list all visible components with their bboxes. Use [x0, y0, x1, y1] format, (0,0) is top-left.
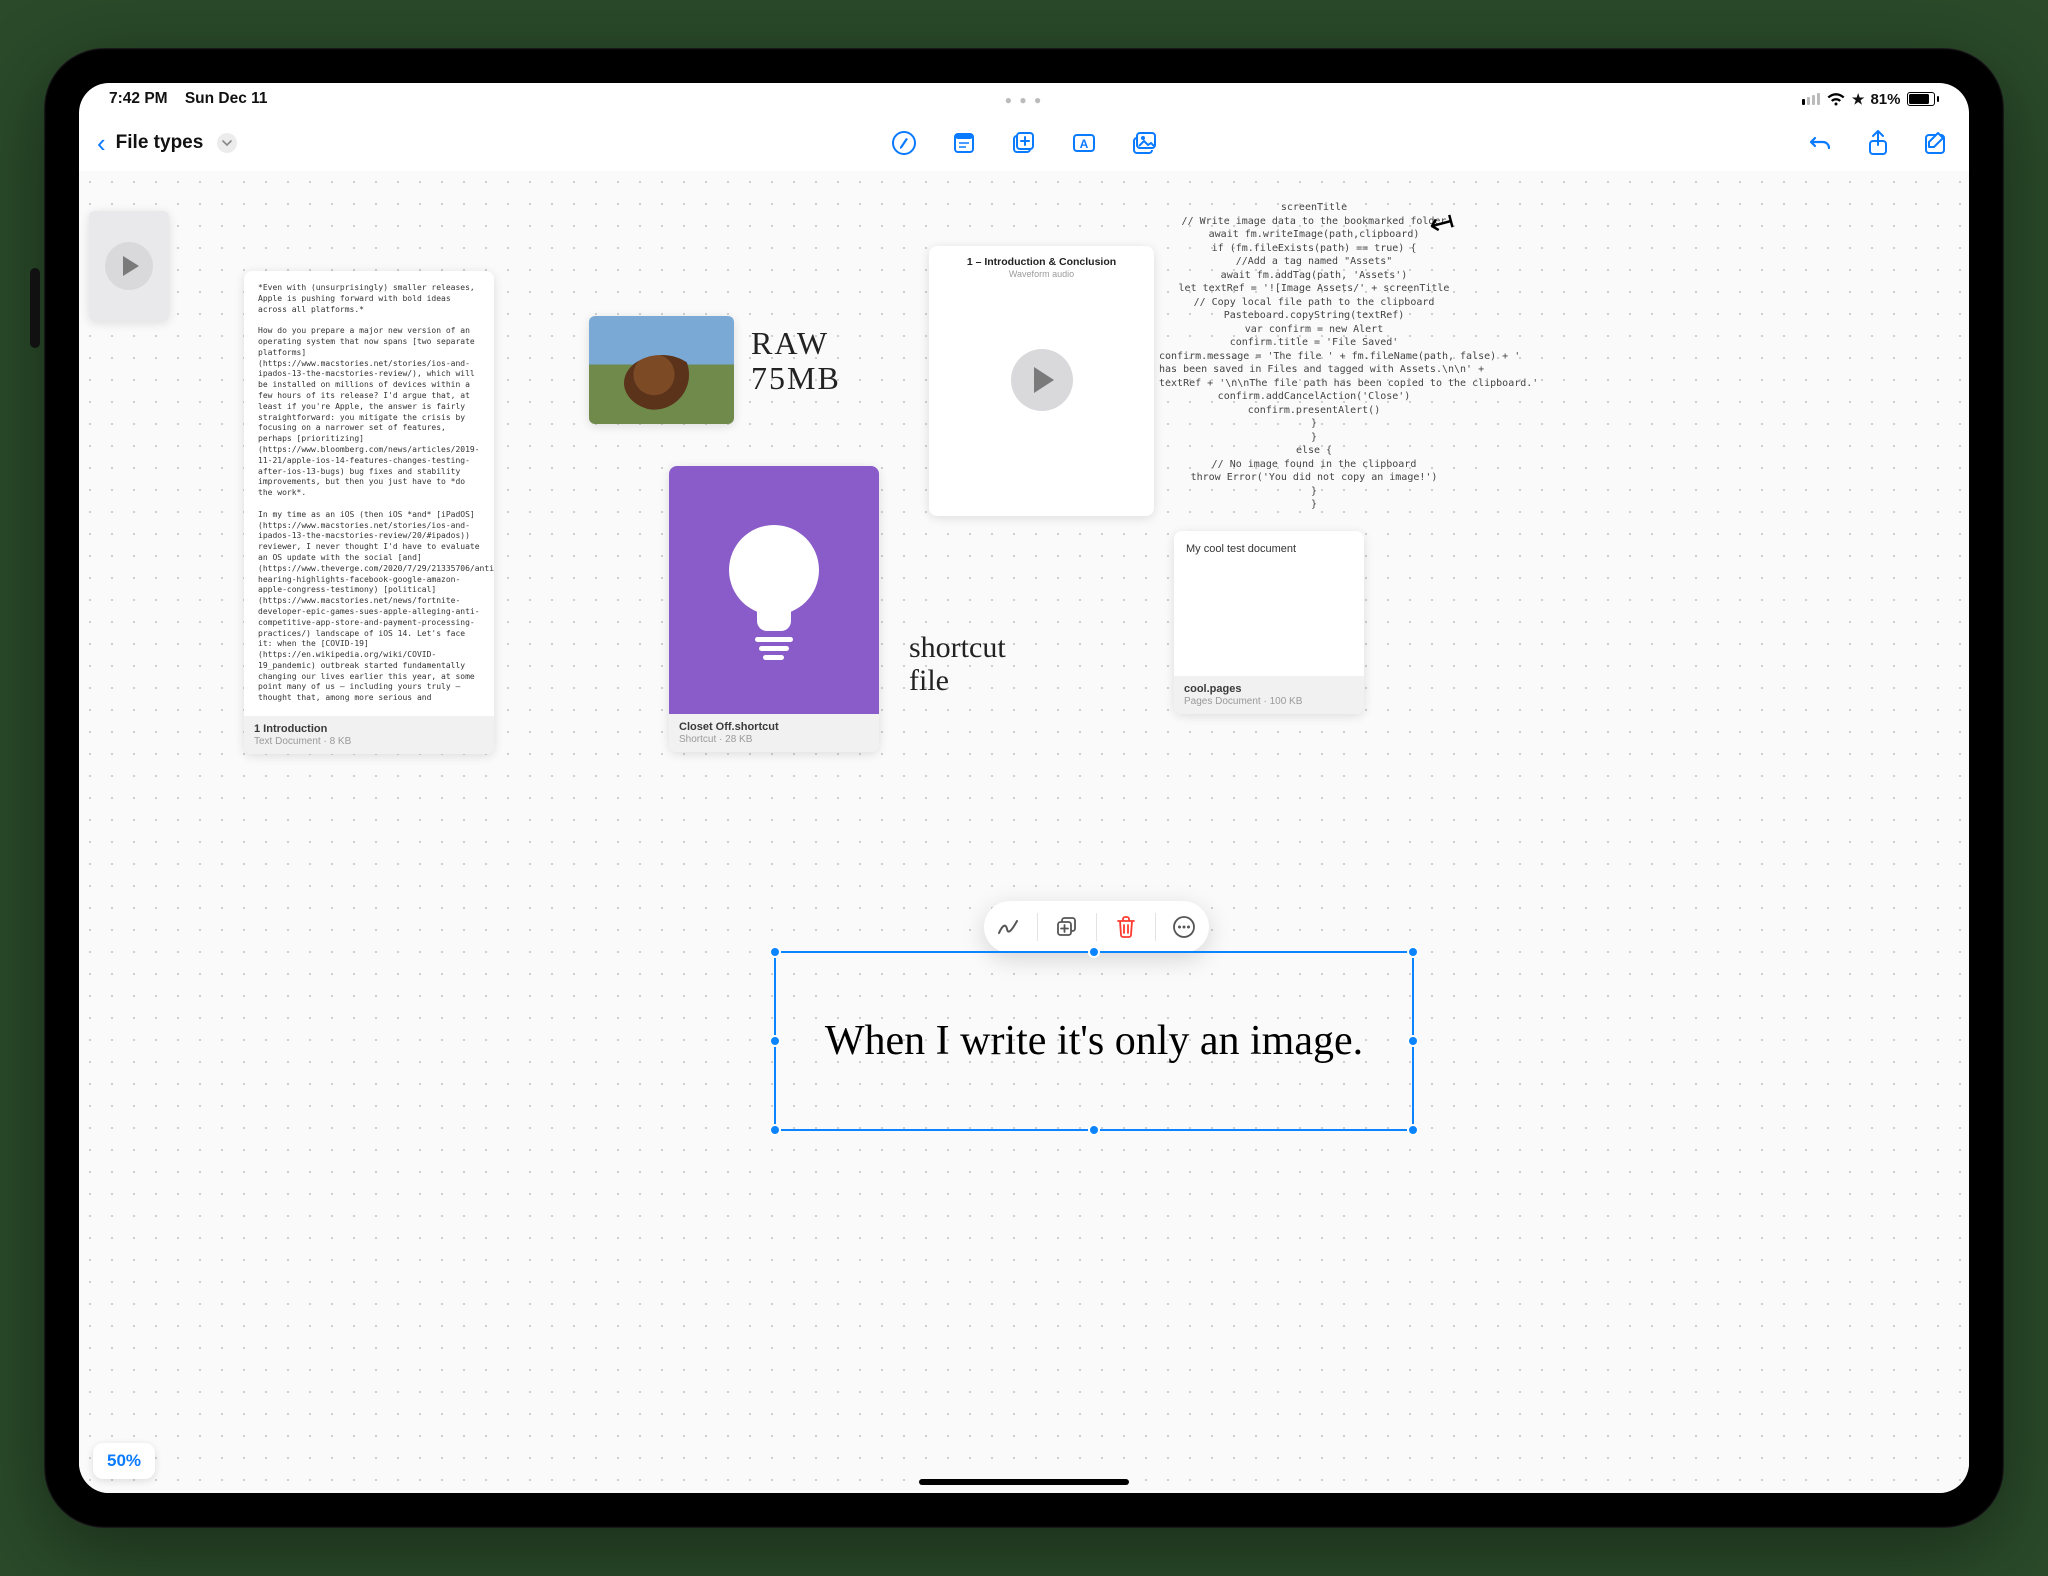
share-button[interactable]	[1863, 128, 1893, 158]
sticky-note-icon	[951, 130, 977, 156]
insert-sticky-button[interactable]	[949, 128, 979, 158]
audio-card[interactable]: 1 – Introduction & Conclusion Waveform a…	[929, 246, 1154, 516]
pages-meta: Pages Document · 100 KB	[1184, 696, 1354, 707]
resize-handle-ml[interactable]	[769, 1035, 781, 1047]
javascript-snippet[interactable]: screenTitle // Write image data to the b…	[1159, 201, 1469, 512]
canvas-content: *Even with (unsurprisingly) smaller rele…	[79, 171, 1969, 1493]
resize-handle-tl[interactable]	[769, 946, 781, 958]
resize-handle-tm[interactable]	[1088, 946, 1100, 958]
pen-icon	[891, 130, 917, 156]
shortcut-meta: Shortcut · 28 KB	[679, 734, 869, 745]
focus-icon: ★	[1852, 91, 1865, 108]
pages-body: My cool test document	[1174, 531, 1364, 676]
lightbulb-icon	[729, 525, 819, 655]
pages-footer: cool.pages Pages Document · 100 KB	[1174, 676, 1364, 714]
selection-toolbar	[984, 901, 1209, 953]
raw-image-card[interactable]	[589, 316, 734, 424]
status-time: 7:42 PM	[109, 90, 168, 107]
shortcut-filename: Closet Off.shortcut	[679, 721, 869, 733]
insert-toolbar: A	[889, 128, 1159, 158]
resize-handle-br[interactable]	[1407, 1124, 1419, 1136]
status-date: Sun Dec 11	[185, 90, 268, 107]
battery-icon	[1907, 92, 1940, 106]
file-stack-icon	[1010, 130, 1038, 156]
text-document-meta: Text Document · 8 KB	[254, 736, 484, 747]
title-menu-button[interactable]	[217, 133, 237, 153]
freeform-canvas[interactable]: *Even with (unsurprisingly) smaller rele…	[79, 171, 1969, 1493]
text-document-card[interactable]: *Even with (unsurprisingly) smaller rele…	[244, 271, 494, 754]
share-icon	[1866, 129, 1890, 157]
handwritten-raw-label[interactable]: RAW 75MB	[751, 326, 841, 396]
resize-handle-bm[interactable]	[1088, 1124, 1100, 1136]
resize-handle-mr[interactable]	[1407, 1035, 1419, 1047]
ellipsis-circle-icon	[1172, 915, 1196, 939]
pages-filename: cool.pages	[1184, 683, 1354, 695]
more-button[interactable]	[1164, 907, 1204, 947]
compose-button[interactable]	[1921, 128, 1951, 158]
audio-subtitle: Waveform audio	[1009, 269, 1074, 279]
insert-pen-button[interactable]	[889, 128, 919, 158]
scribble-icon	[996, 916, 1020, 938]
text-document-footer: 1 Introduction Text Document · 8 KB	[244, 716, 494, 754]
text-document-body: *Even with (unsurprisingly) smaller rele…	[244, 271, 494, 716]
trash-icon	[1115, 915, 1137, 939]
insert-text-button[interactable]: A	[1069, 128, 1099, 158]
status-right: ★ 81%	[1802, 91, 1939, 108]
screen: 7:42 PM Sun Dec 11 ★ 81% ● ● ● ‹ File ty…	[79, 83, 1969, 1493]
battery-percent: 81%	[1870, 91, 1900, 108]
text-box-icon: A	[1071, 130, 1097, 156]
board-title[interactable]: File types	[116, 132, 204, 154]
duplicate-icon	[1055, 915, 1079, 939]
draw-tool-button[interactable]	[988, 907, 1028, 947]
shortcut-thumbnail	[669, 466, 879, 714]
duplicate-button[interactable]	[1047, 907, 1087, 947]
delete-button[interactable]	[1106, 907, 1146, 947]
handwritten-shortcut-label[interactable]: shortcut file	[909, 631, 1006, 697]
resize-handle-bl[interactable]	[769, 1124, 781, 1136]
compose-icon	[1923, 130, 1949, 156]
cow-image	[589, 316, 734, 424]
status-left: 7:42 PM Sun Dec 11	[109, 90, 268, 108]
back-button[interactable]: ‹	[97, 130, 106, 156]
undo-icon	[1807, 130, 1833, 156]
text-document-title: 1 Introduction	[254, 723, 484, 735]
svg-text:A: A	[1080, 137, 1089, 151]
cellular-icon	[1802, 93, 1820, 105]
play-button[interactable]	[1011, 349, 1073, 411]
undo-button[interactable]	[1805, 128, 1835, 158]
pages-document-card[interactable]: My cool test document cool.pages Pages D…	[1174, 531, 1364, 714]
play-icon	[105, 242, 153, 290]
nav-bar: ● ● ● ‹ File types A	[79, 115, 1969, 171]
insert-file-button[interactable]	[1009, 128, 1039, 158]
zoom-level-button[interactable]: 50%	[93, 1443, 155, 1479]
selected-handwriting[interactable]: When I write it's only an image.	[774, 951, 1414, 1131]
home-indicator[interactable]	[919, 1479, 1129, 1485]
offscreen-audio-card[interactable]	[89, 211, 169, 321]
resize-handle-tr[interactable]	[1407, 946, 1419, 958]
image-stack-icon	[1129, 130, 1159, 156]
handwritten-note-text: When I write it's only an image.	[776, 953, 1412, 1129]
wifi-icon	[1826, 92, 1846, 107]
audio-title: 1 – Introduction & Conclusion	[967, 256, 1116, 268]
insert-image-button[interactable]	[1129, 128, 1159, 158]
shortcut-file-card[interactable]: Closet Off.shortcut Shortcut · 28 KB	[669, 466, 879, 752]
device-frame: 7:42 PM Sun Dec 11 ★ 81% ● ● ● ‹ File ty…	[44, 48, 2004, 1528]
chevron-down-icon	[222, 140, 232, 146]
multitask-dots-icon[interactable]: ● ● ●	[1005, 93, 1043, 107]
shortcut-footer: Closet Off.shortcut Shortcut · 28 KB	[669, 714, 879, 752]
